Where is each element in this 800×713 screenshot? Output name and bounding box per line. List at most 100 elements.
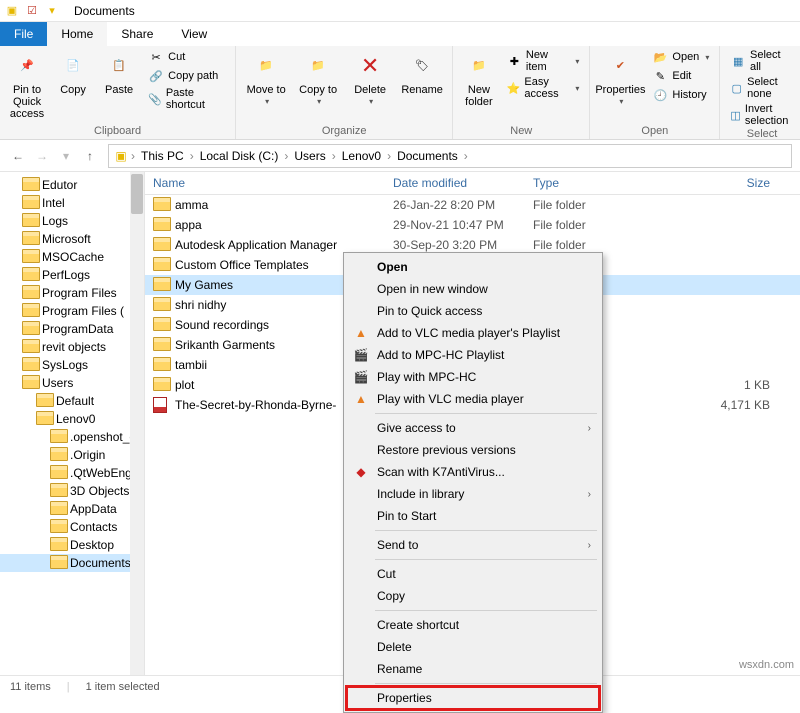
tree-item[interactable]: .openshot_c xyxy=(0,428,144,446)
ctx-open[interactable]: Open xyxy=(347,256,599,278)
tree-item[interactable]: Lenov0 xyxy=(0,410,144,428)
paste-shortcut-button[interactable]: 📎Paste shortcut xyxy=(144,86,229,112)
rename-button[interactable]: 🏷Rename xyxy=(398,48,446,98)
file-date: 30-Sep-20 3:20 PM xyxy=(385,238,525,252)
ctx-scan-antivirus[interactable]: ◆Scan with K7AntiVirus... xyxy=(347,461,599,483)
col-size[interactable]: Size xyxy=(625,172,800,194)
select-all-button[interactable]: ▦Select all xyxy=(726,48,797,74)
ctx-pin-quick-access[interactable]: Pin to Quick access xyxy=(347,300,599,322)
ctx-mpc-playlist[interactable]: 🎬Add to MPC-HC Playlist xyxy=(347,344,599,366)
select-none-button[interactable]: ▢Select none xyxy=(726,75,797,101)
copy-path-button[interactable]: 🔗Copy path xyxy=(144,67,229,85)
tab-view[interactable]: View xyxy=(167,22,221,46)
tree-scrollbar[interactable] xyxy=(130,172,144,675)
tree-item[interactable]: AppData xyxy=(0,500,144,518)
delete-button[interactable]: ✕Delete▾ xyxy=(346,48,394,109)
tree-item[interactable]: Users xyxy=(0,374,144,392)
open-button[interactable]: 📂Open▾ xyxy=(648,48,713,66)
ribbon-group-select: ▦Select all ▢Select none ◫Invert selecti… xyxy=(720,46,800,139)
ctx-create-shortcut[interactable]: Create shortcut xyxy=(347,614,599,636)
nav-forward-button[interactable]: → xyxy=(32,149,52,163)
tab-file[interactable]: File xyxy=(0,22,47,46)
history-button[interactable]: 🕘History xyxy=(648,86,713,104)
tree-item[interactable]: revit objects xyxy=(0,338,144,356)
ctx-give-access[interactable]: Give access to› xyxy=(347,417,599,439)
ctx-send-to[interactable]: Send to› xyxy=(347,534,599,556)
ctx-vlc-playlist[interactable]: ▲Add to VLC media player's Playlist xyxy=(347,322,599,344)
tree-item[interactable]: Microsoft xyxy=(0,230,144,248)
crumb-documents[interactable]: Documents xyxy=(393,147,462,165)
folder-icon xyxy=(50,429,66,445)
ctx-play-mpc[interactable]: 🎬Play with MPC-HC xyxy=(347,366,599,388)
tree-item[interactable]: .Origin xyxy=(0,446,144,464)
folder-icon xyxy=(22,267,38,283)
tree-item[interactable]: SysLogs xyxy=(0,356,144,374)
crumb-users[interactable]: Users xyxy=(290,147,329,165)
col-type[interactable]: Type xyxy=(525,172,625,194)
tree-item[interactable]: PerfLogs xyxy=(0,266,144,284)
breadcrumb[interactable]: ▣ › This PC› Local Disk (C:)› Users› Len… xyxy=(108,144,792,168)
tree-scroll-thumb[interactable] xyxy=(131,174,143,214)
tree-item[interactable]: Program Files ( xyxy=(0,302,144,320)
ctx-play-vlc[interactable]: ▲Play with VLC media player xyxy=(347,388,599,410)
file-icon xyxy=(153,377,169,393)
tree-item[interactable]: MSOCache xyxy=(0,248,144,266)
pin-quick-access-button[interactable]: 📌Pin to Quick access xyxy=(6,48,48,122)
ribbon-group-clipboard: 📌Pin to Quick access 📄Copy 📋Paste ✂Cut 🔗… xyxy=(0,46,236,139)
new-item-button[interactable]: ✚New item▾ xyxy=(503,48,584,74)
ctx-open-new-window[interactable]: Open in new window xyxy=(347,278,599,300)
tab-share[interactable]: Share xyxy=(107,22,167,46)
easy-access-button[interactable]: ⭐Easy access▾ xyxy=(503,75,584,101)
ctx-cut[interactable]: Cut xyxy=(347,563,599,585)
ctx-copy[interactable]: Copy xyxy=(347,585,599,607)
tree-item[interactable]: Intel xyxy=(0,194,144,212)
crumb-c[interactable]: Local Disk (C:) xyxy=(196,147,283,165)
new-folder-button[interactable]: 📁New folder xyxy=(459,48,499,110)
tree-item[interactable]: 3D Objects xyxy=(0,482,144,500)
tree-item[interactable]: Logs xyxy=(0,212,144,230)
tree-item[interactable]: Documents xyxy=(0,554,144,572)
nav-back-button[interactable]: ← xyxy=(8,149,28,163)
tab-home[interactable]: Home xyxy=(47,22,107,46)
context-menu: Open Open in new window Pin to Quick acc… xyxy=(343,252,603,713)
ctx-properties[interactable]: Properties xyxy=(347,687,599,709)
paste-button[interactable]: 📋Paste xyxy=(98,48,140,98)
copy-to-button[interactable]: 📁Copy to▾ xyxy=(294,48,342,109)
ctx-delete[interactable]: Delete xyxy=(347,636,599,658)
file-row[interactable]: amma26-Jan-22 8:20 PMFile folder xyxy=(145,195,800,215)
edit-button[interactable]: ✎Edit xyxy=(648,67,713,85)
status-item-count: 11 items xyxy=(10,681,51,693)
tree-item[interactable]: ProgramData xyxy=(0,320,144,338)
tree-item[interactable]: .QtWebEngi xyxy=(0,464,144,482)
cut-button[interactable]: ✂Cut xyxy=(144,48,229,66)
rename-icon: 🏷 xyxy=(406,50,438,82)
qat-check-icon[interactable]: ☑ xyxy=(24,3,40,19)
ctx-rename[interactable]: Rename xyxy=(347,658,599,680)
tree-item[interactable]: Default xyxy=(0,392,144,410)
col-date[interactable]: Date modified xyxy=(385,172,525,194)
nav-recent-button[interactable]: ▾ xyxy=(56,149,76,163)
nav-up-button[interactable]: ↑ xyxy=(80,149,100,163)
tree-item[interactable]: Contacts xyxy=(0,518,144,536)
move-to-button[interactable]: 📁Move to▾ xyxy=(242,48,290,109)
newitem-icon: ✚ xyxy=(507,53,522,69)
properties-button[interactable]: ✔Properties▾ xyxy=(596,48,644,109)
crumb-thispc[interactable]: This PC xyxy=(137,147,188,165)
tree-item[interactable]: Program Files xyxy=(0,284,144,302)
ctx-include-library[interactable]: Include in library› xyxy=(347,483,599,505)
copy-button[interactable]: 📄Copy xyxy=(52,48,94,98)
tree-item[interactable]: Desktop xyxy=(0,536,144,554)
ctx-restore[interactable]: Restore previous versions xyxy=(347,439,599,461)
mpc-play-icon: 🎬 xyxy=(353,369,369,385)
crumb-lenov0[interactable]: Lenov0 xyxy=(338,147,385,165)
invert-selection-button[interactable]: ◫Invert selection xyxy=(726,102,797,128)
history-icon: 🕘 xyxy=(652,87,668,103)
qat-folder-icon[interactable]: ▾ xyxy=(44,3,60,19)
nav-tree[interactable]: EdutorIntelLogsMicrosoftMSOCachePerfLogs… xyxy=(0,172,145,675)
col-name[interactable]: Name xyxy=(145,172,385,194)
file-row[interactable]: appa29-Nov-21 10:47 PMFile folder xyxy=(145,215,800,235)
ctx-pin-start[interactable]: Pin to Start xyxy=(347,505,599,527)
tree-item-label: 3D Objects xyxy=(70,484,129,498)
tree-item[interactable]: Edutor xyxy=(0,176,144,194)
folder-icon xyxy=(22,231,38,247)
